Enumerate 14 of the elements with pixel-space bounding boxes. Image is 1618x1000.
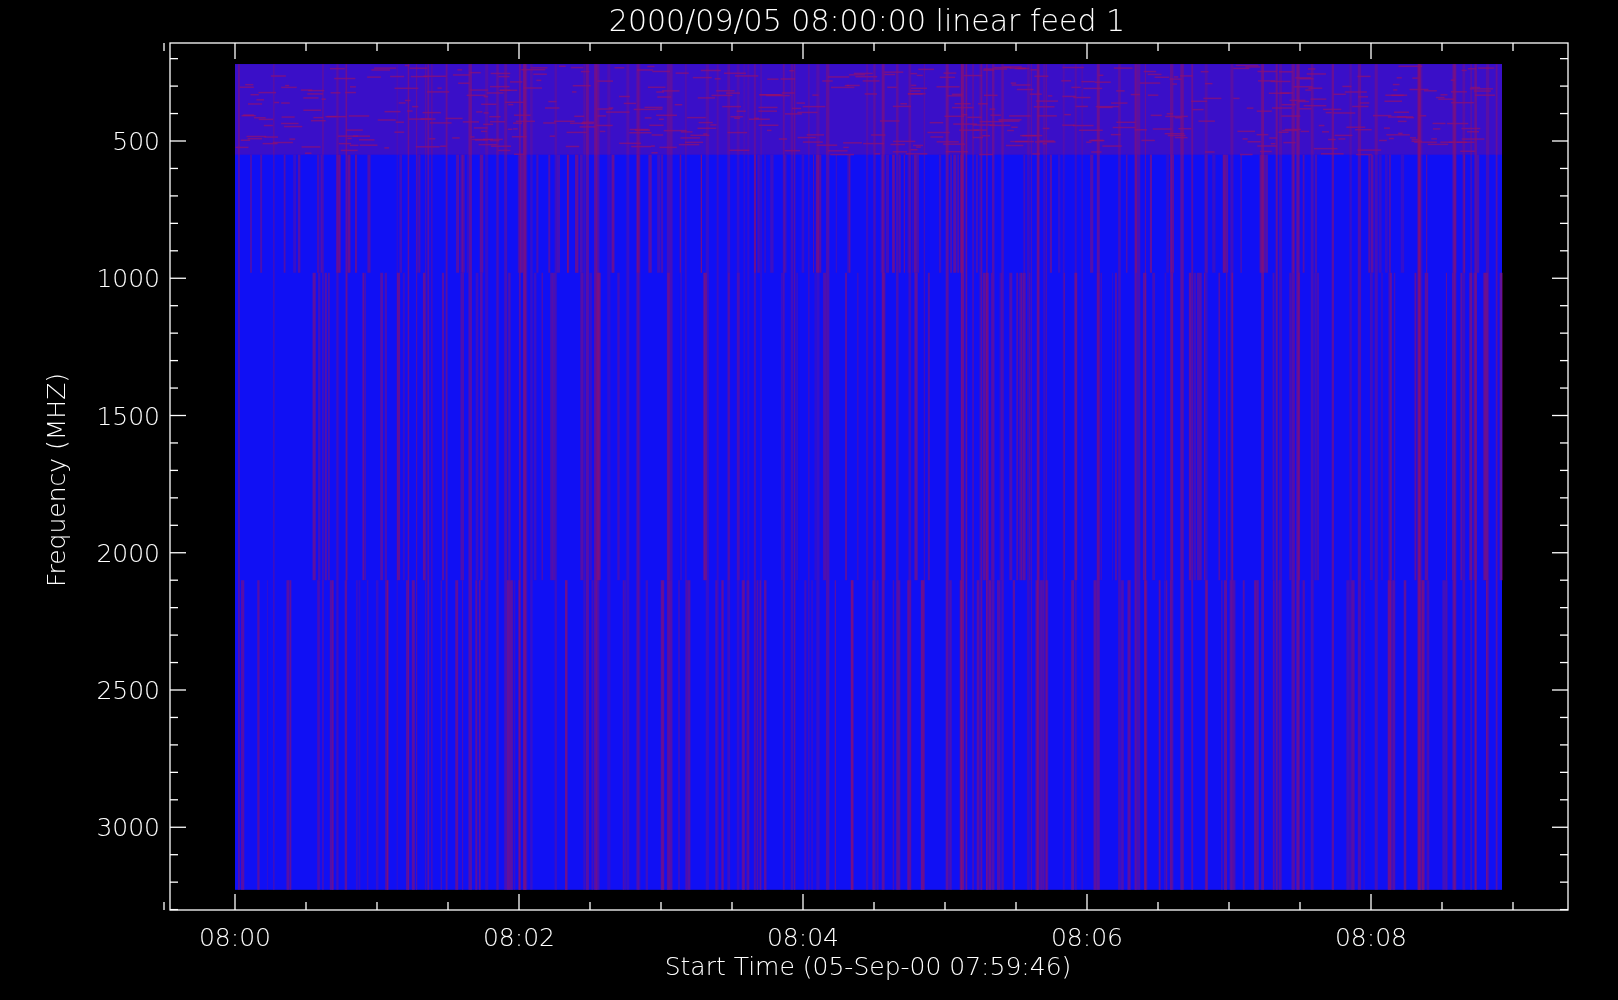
x-tick-label: 08:08 xyxy=(1335,923,1407,952)
y-tick-label: 3000 xyxy=(96,813,160,843)
y-tick-label: 2000 xyxy=(96,538,160,568)
x-tick-label: 08:06 xyxy=(1051,923,1123,952)
plot-title: 2000/09/05 08:00:00 linear feed 1 xyxy=(608,3,1126,38)
x-tick-label: 08:00 xyxy=(199,923,271,952)
y-axis-label: Frequency (MHZ) xyxy=(42,372,71,588)
x-tick-label: 08:04 xyxy=(767,923,839,952)
y-tick-label: 2500 xyxy=(96,676,160,705)
y-tick-label: 1000 xyxy=(96,264,160,294)
y-tick-label: 1500 xyxy=(96,401,160,431)
x-tick-label: 08:02 xyxy=(483,923,555,952)
x-axis-label: Start Time (05-Sep-00 07:59:46) xyxy=(664,952,1072,981)
y-tick-label: 500 xyxy=(112,127,160,156)
